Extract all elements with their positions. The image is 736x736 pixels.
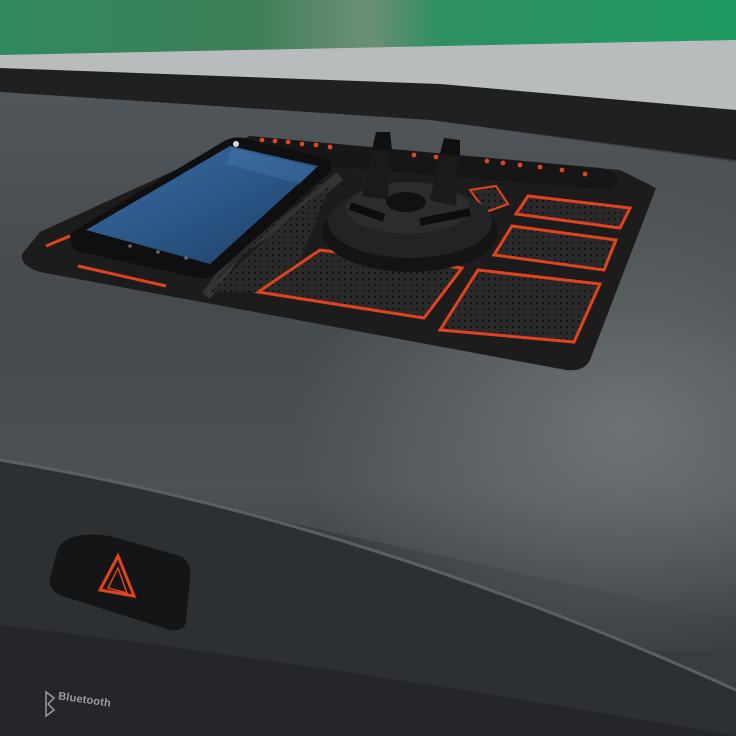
scene-illustration [0, 0, 736, 736]
photo-scene: Bluetooth [0, 0, 736, 736]
